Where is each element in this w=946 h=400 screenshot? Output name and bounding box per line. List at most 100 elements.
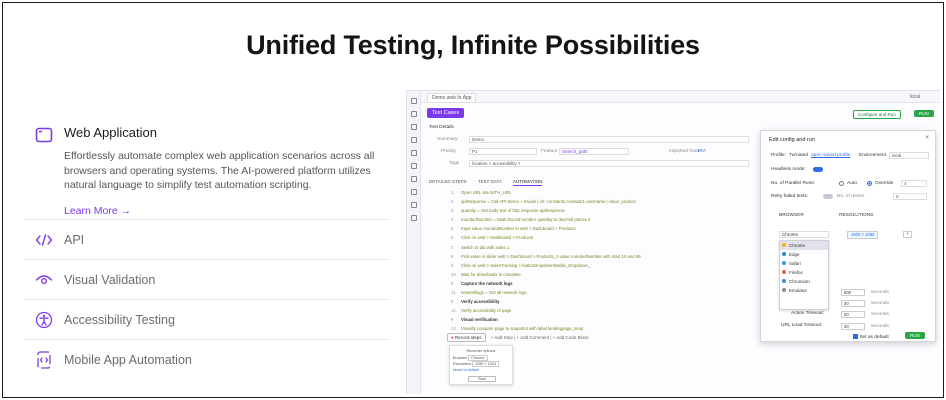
add-comment-button[interactable]: + Add Comment [517, 335, 549, 340]
action-timeout-input[interactable]: 20 [841, 311, 865, 318]
browser-select[interactable]: Chrome [779, 231, 829, 238]
tab-detailed-steps[interactable]: DETAILED STEPS [429, 179, 467, 184]
tags-input[interactable]: location × accessibility × [469, 160, 749, 167]
browser-option-chrome[interactable]: Chrome [780, 241, 828, 250]
environment-label: Environment [859, 153, 886, 158]
browser-option-firefox[interactable]: Firefox [780, 268, 828, 277]
configure-run-button[interactable]: Configure and Run [853, 110, 901, 119]
retries-label: No. of retries [837, 194, 865, 199]
folder-icon[interactable] [410, 124, 417, 130]
retries-input[interactable]: 0 [893, 193, 927, 200]
recorder-options-popup: Recorder options Browser Chrome Resoluti… [449, 345, 513, 385]
function-icon[interactable] [410, 150, 417, 156]
gear-icon[interactable] [410, 98, 417, 104]
env-indicator[interactable]: local [910, 94, 920, 100]
feature-web-application[interactable]: Web Application Effortlessly automate co… [24, 116, 389, 220]
record-steps-button[interactable]: ● Record steps [447, 333, 486, 342]
imported-from-value[interactable]: JRA [697, 149, 706, 154]
step-row[interactable]: 10. Wait for downloads to complete [451, 270, 751, 279]
browser-label: Browser [453, 356, 467, 360]
headless-toggle[interactable] [813, 167, 823, 172]
retry-toggle[interactable] [823, 194, 833, 199]
step-list: 1. Open URL site.NITH_URL 2. apiResponse =… [451, 188, 751, 334]
auto-label: Auto [847, 181, 857, 186]
resolution-label: Resolution [453, 362, 471, 366]
reset-default-link[interactable]: Mode to default [453, 368, 509, 372]
add-code-block-button[interactable]: + Add Code Block [553, 335, 589, 340]
run-button[interactable]: RUN [914, 110, 934, 117]
step-row[interactable]: 9. Click on web > SalesTracking > buttonD… [451, 261, 751, 270]
popup-title: Recorder options [466, 349, 496, 353]
summary-input[interactable]: Demo [469, 136, 749, 143]
test-details-label[interactable]: Test Details [429, 125, 454, 130]
page-title: Unified Testing, Infinite Possibilities [246, 30, 700, 60]
step-row[interactable]: 8. Pick value in slider web > Dashboard >… [451, 252, 751, 261]
step-comment[interactable]: # Visual verification [451, 315, 751, 324]
resolution-select[interactable]: 1280 × 1024 [472, 361, 500, 367]
list-icon[interactable] [410, 111, 417, 117]
auto-radio[interactable] [839, 181, 844, 186]
set-default-checkbox[interactable]: Set as default [853, 334, 889, 340]
tab-test-data[interactable]: TEST DATA [478, 179, 502, 184]
timeout-input-1[interactable]: 600 [841, 289, 865, 296]
close-icon[interactable]: × [925, 135, 929, 141]
seconds-unit: seconds [871, 312, 889, 317]
step-row[interactable]: 11. networklogs = Get all network logs [451, 288, 751, 297]
step-row[interactable]: 6. Click on web > Dashboard > Products [451, 233, 751, 242]
calendar-icon[interactable] [410, 176, 417, 182]
browser-option-emulator[interactable]: Emulator [780, 286, 828, 295]
config-dialog: Edit config and run × Profile: Turnated … [760, 130, 936, 342]
feature-accessibility-testing[interactable]: Accessibility Testing [24, 300, 389, 340]
feature-mobile-app-automation[interactable]: Mobile App Automation [24, 340, 389, 380]
step-comment[interactable]: # Capture the network logs [451, 279, 751, 288]
test-cases-button[interactable]: Test Cases [427, 108, 465, 118]
feature-label: Feature [541, 149, 558, 154]
feature-visual-validation[interactable]: Visual Validation [24, 260, 389, 300]
url-timeout-input[interactable]: 20 [841, 323, 865, 330]
step-row[interactable]: 2. apiResponse = Call API Demo + trivials… [451, 197, 751, 206]
feature-api[interactable]: API [24, 220, 389, 260]
step-comment[interactable]: # Verify accessibility [451, 297, 751, 306]
resolution-chip[interactable]: 1920 × 1080 [847, 231, 879, 239]
cloud-icon[interactable] [410, 189, 417, 195]
add-row-icon[interactable]: + [903, 231, 912, 238]
open-profile-link[interactable]: open saved profile [811, 153, 850, 158]
app-screenshot: Demo web In App local Test Cases Configu… [406, 90, 940, 394]
step-row[interactable]: 1. Open URL site.NITH_URL [451, 188, 751, 197]
priority-select[interactable]: P1 [469, 148, 537, 155]
step-row[interactable]: 3. quantity = Get body text of http respo… [451, 206, 751, 215]
browser-option-edge[interactable]: Edge [780, 250, 828, 259]
start-recording-button[interactable]: Start [468, 376, 496, 382]
timeout-input-2[interactable]: 20 [841, 300, 865, 307]
grid-icon[interactable] [410, 163, 417, 169]
step-row[interactable]: 7. Switch to tab with index 1 [451, 243, 751, 252]
browser-option-safari[interactable]: Safari [780, 259, 828, 268]
seconds-unit: seconds [871, 290, 889, 295]
browser-dropdown: Chrome Edge Safari Firefox Chromium Emul… [779, 240, 829, 310]
feature-title: Visual Validation [64, 272, 156, 287]
mobile-code-icon [34, 350, 54, 370]
feature-input[interactable]: Search_path [559, 148, 629, 155]
browser-option-chromium[interactable]: Chromium [780, 277, 828, 286]
learn-more-link[interactable]: Learn More → [64, 205, 384, 217]
parallel-runs-label: No. of Parallel Runs: [771, 181, 815, 186]
add-step-button[interactable]: + Add Step [491, 335, 513, 340]
step-row[interactable]: 12. Verify accessibility of page [451, 306, 751, 315]
profile-value[interactable]: Turnated [789, 153, 808, 158]
step-row[interactable]: 4. roundedNumber = Math.Round number quan… [451, 215, 751, 224]
branch-icon[interactable] [410, 215, 417, 221]
step-row[interactable]: 5. Input value roundedNumber in web > Das… [451, 224, 751, 233]
dialog-run-button[interactable]: RUN [905, 332, 925, 339]
override-radio[interactable] [867, 181, 872, 186]
override-input[interactable]: 4 [901, 180, 927, 187]
eye-icon [34, 270, 54, 290]
file-icon[interactable] [410, 202, 417, 208]
feature-description: Effortlessly automate complex web applic… [64, 150, 375, 191]
code-icon[interactable] [410, 137, 417, 143]
feature-title: Accessibility Testing [64, 312, 175, 327]
environment-select[interactable]: local [889, 152, 929, 159]
tab-automation[interactable]: AUTOMATION [512, 179, 543, 186]
tab-demo-app[interactable]: Demo web In App [427, 93, 477, 103]
priority-label: Priority [441, 149, 456, 154]
retry-label: Retry failed tests: [771, 194, 809, 199]
